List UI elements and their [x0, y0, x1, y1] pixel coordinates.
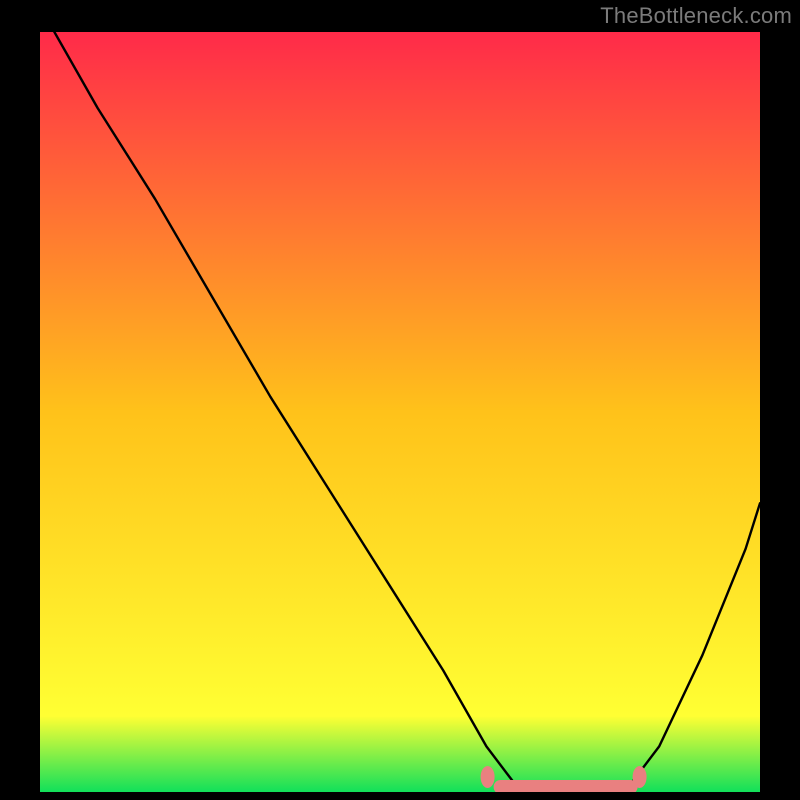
attribution-text: TheBottleneck.com	[600, 3, 792, 29]
chart-frame: TheBottleneck.com	[0, 0, 800, 800]
bottleneck-plot	[40, 32, 760, 792]
gradient-background	[40, 32, 760, 792]
